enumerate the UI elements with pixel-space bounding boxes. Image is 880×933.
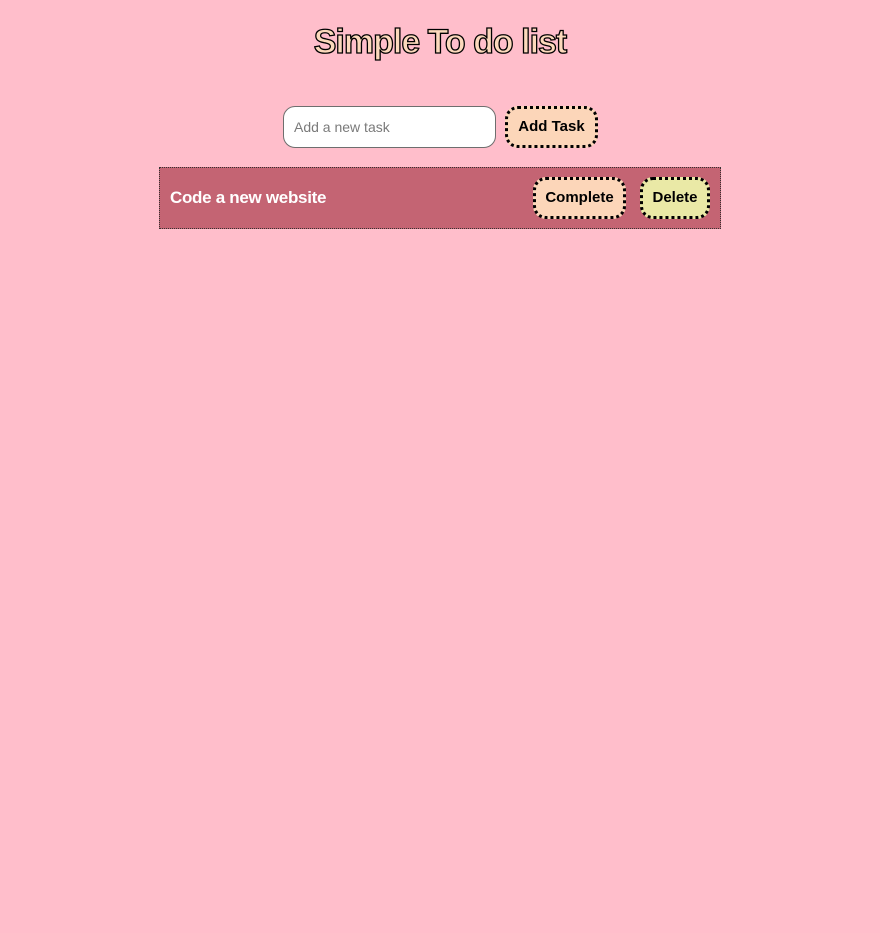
task-list: Code a new website Complete Delete	[159, 167, 721, 229]
add-task-form: Add Task	[283, 106, 598, 148]
add-task-button[interactable]: Add Task	[505, 106, 598, 148]
task-text: Code a new website	[170, 188, 327, 207]
delete-button[interactable]: Delete	[640, 177, 710, 219]
complete-button[interactable]: Complete	[533, 177, 626, 219]
new-task-input[interactable]	[283, 106, 496, 148]
page-title: Simple To do list	[313, 22, 568, 61]
task-item: Code a new website Complete Delete	[159, 167, 721, 229]
